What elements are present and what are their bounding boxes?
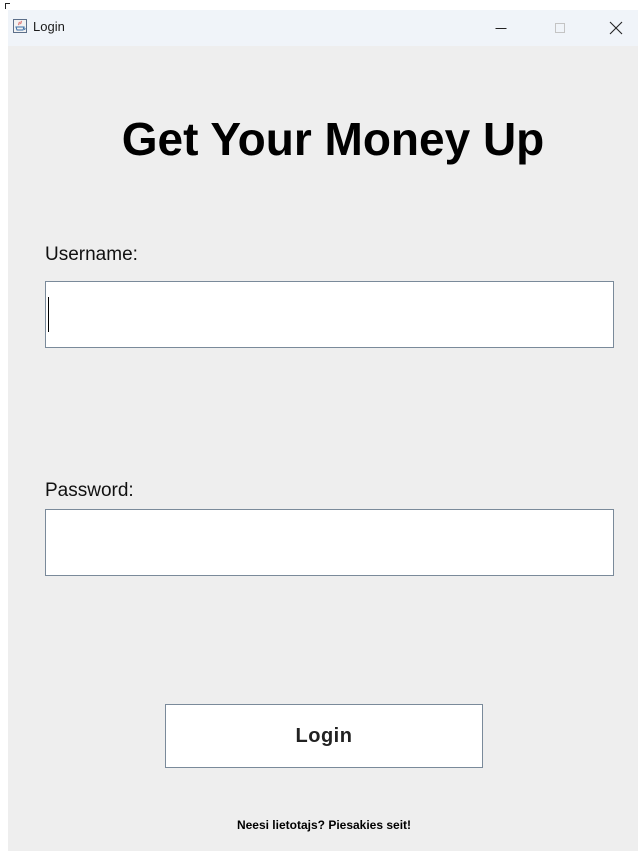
login-button[interactable]: Login: [165, 704, 483, 768]
username-label: Username:: [45, 244, 138, 265]
minimize-button[interactable]: [478, 10, 524, 46]
close-icon: [609, 21, 623, 35]
password-input[interactable]: [45, 509, 614, 576]
text-caret: [48, 297, 49, 332]
maximize-icon: [555, 23, 565, 33]
window-corner-mark: [5, 3, 10, 9]
window-title: Login: [33, 19, 65, 34]
page-title: Get Your Money Up: [121, 113, 545, 165]
login-window: Login Get Your Money Up Username: Passwo…: [8, 10, 638, 851]
minimize-icon: [495, 28, 507, 29]
close-button[interactable]: [593, 10, 638, 46]
maximize-button[interactable]: [537, 10, 583, 46]
title-bar[interactable]: Login: [8, 10, 638, 46]
username-input[interactable]: [45, 281, 614, 348]
register-link[interactable]: Neesi lietotajs? Piesakies seit!: [8, 818, 638, 832]
java-icon: [13, 19, 27, 33]
password-label: Password:: [45, 480, 134, 501]
